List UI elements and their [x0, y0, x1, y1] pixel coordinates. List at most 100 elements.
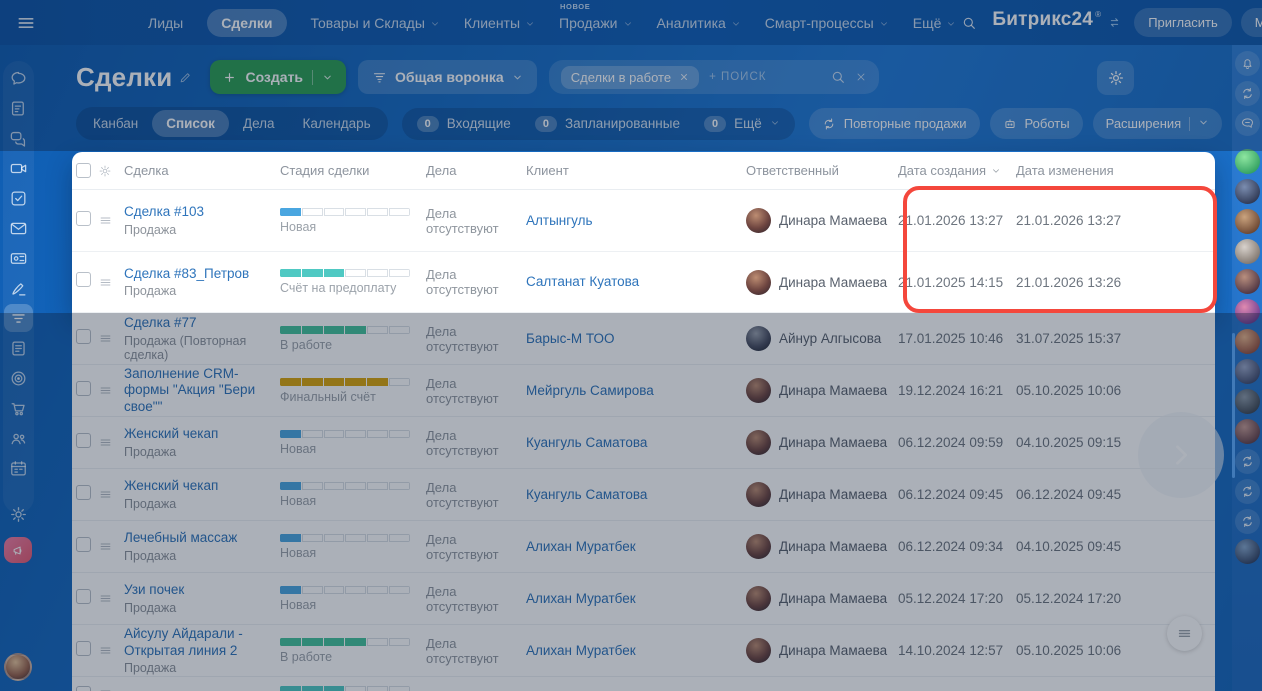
row-checkbox[interactable] — [76, 432, 91, 448]
client-link[interactable]: Куангуль Саматова — [526, 487, 647, 502]
counter-ещё[interactable]: 0 Ещё — [692, 111, 792, 137]
user-avatar[interactable] — [1234, 299, 1260, 324]
mail-icon[interactable] — [2, 213, 34, 243]
tasks-icon[interactable] — [2, 183, 34, 213]
deal-link[interactable]: Заполнение CRM-формы "Акция "Бери свое"" — [124, 366, 280, 415]
tab-дела[interactable]: Дела — [229, 110, 289, 137]
columns-settings-gear-icon[interactable] — [98, 164, 124, 178]
responsible-name[interactable]: Динара Мамаева — [779, 487, 887, 502]
client-link[interactable]: Салтанат Куатова — [526, 274, 639, 289]
panel-button-повторные-продажи[interactable]: Повторные продажи — [808, 108, 980, 139]
documents-icon[interactable] — [2, 333, 34, 363]
employees-icon[interactable] — [2, 423, 34, 453]
deal-link[interactable]: Узи почек — [124, 582, 280, 598]
create-dropdown-caret-icon[interactable] — [322, 72, 333, 83]
user-avatar[interactable] — [1234, 419, 1260, 444]
row-drag-menu-icon[interactable] — [98, 435, 124, 450]
column-header-клиент[interactable]: Клиент — [526, 163, 746, 178]
row-drag-menu-icon[interactable] — [98, 213, 124, 228]
topbar-button-пригласить[interactable]: Пригласить — [1134, 8, 1232, 37]
user-avatar[interactable] — [1234, 329, 1260, 354]
column-header-дела[interactable]: Дела — [426, 163, 526, 178]
client-link[interactable]: Барыс-М ТОО — [526, 331, 614, 346]
client-link[interactable]: Алтынгуль — [526, 213, 593, 228]
filter-search-bar[interactable]: Сделки в работе + ПОИСК — [548, 60, 879, 94]
deal-link[interactable]: Сделка #83_Петров — [124, 266, 280, 282]
client-link[interactable]: Алихан Муратбек — [526, 591, 636, 606]
client-link[interactable]: Алихан Муратбек — [526, 643, 636, 658]
table-row[interactable]: Женский чекап Продажа Новая Дела отсутствую… — [72, 416, 1215, 468]
funnel-selector-button[interactable]: Общая воронка — [358, 60, 537, 94]
nav-item-клиенты[interactable]: Клиенты — [464, 14, 535, 32]
nav-item-лиды[interactable]: Лиды — [148, 15, 183, 31]
row-checkbox[interactable] — [76, 328, 91, 344]
responsible-name[interactable]: Динара Мамаева — [779, 213, 887, 228]
deal-link[interactable]: Сделка #103 — [124, 204, 280, 220]
user-avatar[interactable] — [1234, 209, 1260, 234]
row-drag-menu-icon[interactable] — [98, 487, 124, 502]
sidebar-user-avatar[interactable] — [4, 653, 32, 681]
row-drag-menu-icon[interactable] — [98, 686, 124, 691]
quick-list-button[interactable] — [1167, 616, 1202, 651]
filter-chip-remove-icon[interactable] — [679, 72, 689, 82]
search-icon[interactable] — [956, 10, 982, 36]
deal-link[interactable]: Лечебный массаж — [124, 530, 280, 546]
tab-список[interactable]: Список — [152, 110, 229, 137]
row-checkbox[interactable] — [76, 536, 91, 552]
row-drag-menu-icon[interactable] — [98, 591, 124, 606]
deal-link[interactable]: Женский чекап — [124, 426, 280, 442]
table-row[interactable]: Сделка #103 Продажа Новая Дела отсутствуют А… — [72, 190, 1215, 251]
row-checkbox[interactable] — [76, 484, 91, 500]
edit-title-pencil-icon[interactable] — [179, 71, 192, 89]
responsible-name[interactable]: Динара Мамаева — [779, 539, 887, 554]
row-drag-menu-icon[interactable] — [98, 383, 124, 398]
responsible-name[interactable]: Динара Мамаева — [779, 643, 887, 658]
view-settings-gear-icon[interactable] — [1097, 61, 1134, 95]
feed-icon[interactable] — [2, 93, 34, 123]
user-avatar[interactable] — [1234, 539, 1260, 564]
column-header-стадия-сделки[interactable]: Стадия сделки — [280, 163, 426, 178]
deal-link[interactable]: Женский чекап — [124, 478, 280, 494]
client-link[interactable]: Мейргуль Самирова — [526, 383, 654, 398]
counter-запланированные[interactable]: 0 Запланированные — [523, 111, 692, 137]
panel-button-роботы[interactable]: Роботы — [989, 108, 1083, 139]
video-call-icon[interactable] — [2, 153, 34, 183]
nav-item-товары-и-склады[interactable]: Товары и Склады — [311, 14, 440, 32]
user-avatar[interactable] — [1234, 359, 1260, 384]
row-checkbox[interactable] — [76, 588, 91, 604]
table-row[interactable]: Лечебный массаж Продажа Новая Дела отсутств… — [72, 520, 1215, 572]
column-header-ответственный[interactable]: Ответственный — [746, 163, 898, 178]
crm-funnel-icon[interactable] — [2, 303, 34, 333]
responsible-name[interactable]: Динара Мамаева — [779, 435, 887, 450]
deal-link[interactable]: Айсулу Айдарали - Открытая линия 2 — [124, 626, 280, 659]
nav-item-сделки[interactable]: Сделки — [207, 8, 287, 37]
tab-календарь[interactable]: Календарь — [289, 110, 385, 137]
row-drag-menu-icon[interactable] — [98, 539, 124, 554]
client-link[interactable]: Алихан Муратбек — [526, 539, 636, 554]
right-rail-scrollbar[interactable] — [1232, 333, 1235, 478]
user-avatar[interactable] — [1234, 149, 1260, 174]
row-checkbox[interactable] — [76, 272, 91, 287]
row-checkbox[interactable] — [76, 380, 91, 396]
chats-icon[interactable] — [2, 123, 34, 153]
sync-icon[interactable] — [1234, 479, 1260, 504]
table-row[interactable]: Заполнение CRM-формы "Акция "Бери свое""… — [72, 364, 1215, 416]
table-row[interactable]: Сделка #77 Продажа (Повторная сделка) В ра… — [72, 312, 1215, 364]
row-drag-menu-icon[interactable] — [98, 275, 124, 290]
user-avatar[interactable] — [1234, 269, 1260, 294]
topbar-button-мой тариф[interactable]: Мой тариф — [1240, 8, 1262, 37]
table-row[interactable] — [72, 676, 1215, 691]
user-avatar[interactable] — [1234, 389, 1260, 414]
column-header-сделка[interactable]: Сделка — [124, 163, 280, 178]
select-all-checkbox[interactable] — [76, 163, 91, 178]
table-row[interactable]: Сделка #83_Петров Продажа Счёт на предопла… — [72, 251, 1215, 312]
menu-hamburger-icon[interactable] — [16, 10, 36, 36]
nav-item-продажи[interactable]: НОВОЕ Продажи — [559, 2, 632, 32]
row-drag-menu-icon[interactable] — [98, 331, 124, 346]
tab-канбан[interactable]: Канбан — [79, 110, 152, 137]
table-row[interactable]: Айсулу Айдарали - Открытая линия 2 Продаж… — [72, 624, 1215, 676]
create-deal-button[interactable]: Создать — [210, 60, 347, 94]
row-drag-menu-icon[interactable] — [98, 643, 124, 658]
responsible-name[interactable]: Динара Мамаева — [779, 591, 887, 606]
marketing-icon[interactable] — [2, 363, 34, 393]
